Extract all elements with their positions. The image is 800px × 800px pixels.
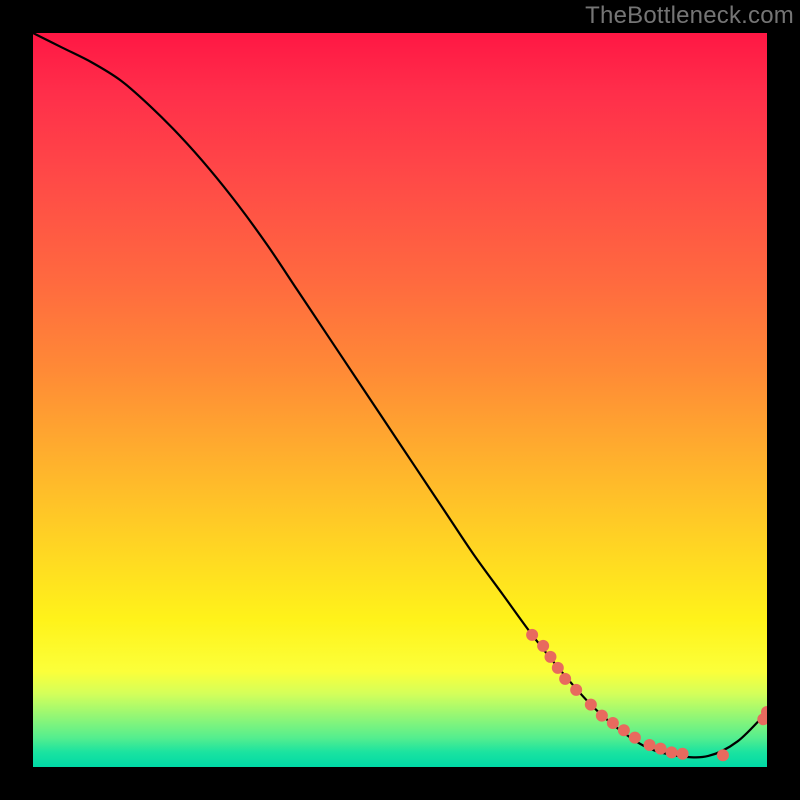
marked-point	[526, 629, 538, 641]
bottleneck-curve	[33, 33, 767, 757]
marked-point	[655, 743, 667, 755]
marked-point	[607, 717, 619, 729]
marked-point	[666, 746, 678, 758]
marked-point	[717, 749, 729, 761]
marked-point	[618, 724, 630, 736]
chart-overlay	[33, 33, 767, 767]
marked-point	[537, 640, 549, 652]
chart-frame: TheBottleneck.com	[0, 0, 800, 800]
marked-point	[596, 710, 608, 722]
marked-points-group	[526, 629, 767, 761]
marked-point	[644, 739, 656, 751]
marked-point	[629, 732, 641, 744]
marked-point	[570, 684, 582, 696]
marked-point	[544, 651, 556, 663]
marked-point	[559, 673, 571, 685]
marked-point	[585, 699, 597, 711]
marked-point	[677, 748, 689, 760]
watermark-text: TheBottleneck.com	[585, 2, 794, 30]
marked-point	[552, 662, 564, 674]
